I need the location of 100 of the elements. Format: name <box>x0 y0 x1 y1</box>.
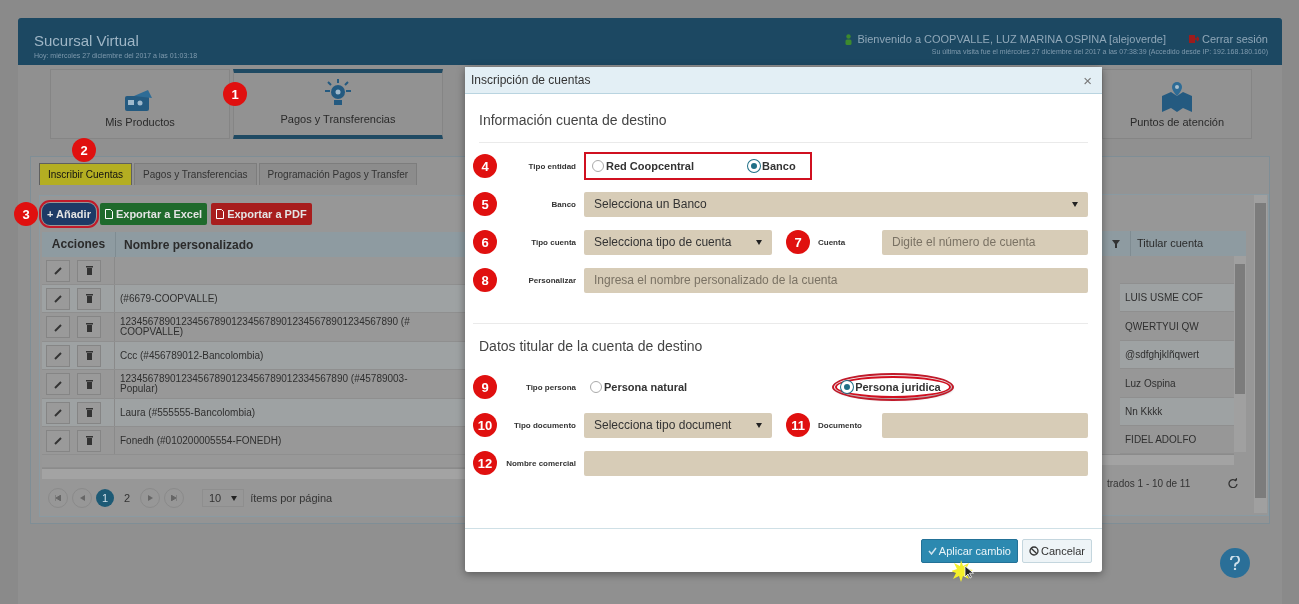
caret-icon <box>756 239 762 245</box>
trash-icon <box>85 351 93 360</box>
close-button[interactable]: × <box>1083 71 1092 89</box>
edit-button[interactable] <box>46 316 70 338</box>
scrollbar[interactable] <box>42 468 466 479</box>
delete-button[interactable] <box>77 316 101 338</box>
range-text: trados 1 - 10 de 11 <box>1107 477 1191 489</box>
nav-tile[interactable]: Puntos de atención <box>1102 69 1252 139</box>
field-label: Tipo cuenta <box>530 237 576 247</box>
delete-button[interactable] <box>77 287 101 310</box>
delete-button[interactable] <box>77 401 101 424</box>
caret-icon <box>756 422 762 428</box>
pencil-icon <box>53 379 63 389</box>
check-icon <box>927 546 937 555</box>
step-marker: 12 <box>473 451 497 475</box>
trash-icon <box>85 322 93 332</box>
page-size-select[interactable]: 10 <box>202 489 245 507</box>
trash-icon <box>85 408 93 417</box>
page-number[interactable]: 2 <box>118 489 136 507</box>
question-icon <box>1230 556 1240 570</box>
trash-icon <box>85 379 93 389</box>
table-cell: QWERTYUI QW <box>1125 320 1199 332</box>
refresh-icon <box>1228 478 1238 488</box>
trash-icon <box>85 436 93 445</box>
select-field[interactable]: Selecciona un Banco <box>584 191 1088 217</box>
input-field[interactable]: Ingresa el nombre personalizado de la cuenta <box>584 267 1088 293</box>
scrollbar[interactable] <box>1254 195 1267 513</box>
toolbar-button[interactable]: Exportar a PDF <box>211 203 312 225</box>
pencil-icon <box>53 266 63 275</box>
tab[interactable]: Pagos y Transferencias <box>134 163 257 185</box>
tab[interactable]: Inscribir Cuentas <box>39 163 133 185</box>
step-marker: 2 <box>72 138 96 162</box>
edit-button[interactable] <box>46 401 70 424</box>
step-marker: 8 <box>473 268 497 292</box>
table-cell: Luz Ospina <box>1125 377 1176 389</box>
radio-option[interactable]: Persona natural <box>586 378 696 396</box>
section-title: Datos titular de la cuenta de destino <box>479 338 704 354</box>
edit-button[interactable] <box>46 344 70 367</box>
trash-icon <box>85 294 93 303</box>
select-field[interactable]: Selecciona tipo document <box>584 412 772 438</box>
radio-option[interactable]: Red Coopcentral <box>588 157 702 175</box>
logout-link[interactable]: Cerrar sesión <box>1188 33 1268 45</box>
logout-icon <box>1188 34 1199 44</box>
edit-button[interactable] <box>46 373 70 395</box>
delete-button[interactable] <box>77 344 101 367</box>
step-marker: 5 <box>473 192 497 216</box>
pencil-icon <box>53 322 63 332</box>
select-field[interactable]: Selecciona tipo de cuenta <box>584 229 772 255</box>
cancel-icon <box>1028 545 1039 556</box>
edit-button[interactable] <box>46 429 70 452</box>
dialog-button[interactable]: Aplicar cambio <box>920 538 1018 563</box>
step-marker: 3 <box>14 202 38 226</box>
scrollbar[interactable] <box>1234 256 1246 452</box>
table-cell: Nn Kkkk <box>1125 406 1163 417</box>
column-header: Titular cuenta <box>1130 231 1204 256</box>
previous-icon <box>79 495 85 501</box>
delete-button[interactable] <box>77 429 101 452</box>
delete-button[interactable] <box>77 259 101 282</box>
nav-tile[interactable]: Mis Productos <box>50 69 230 139</box>
table-cell: LUIS USME COF <box>1125 292 1203 303</box>
edit-button[interactable] <box>46 287 70 310</box>
step-marker: 10 <box>473 413 497 437</box>
step-marker: 6 <box>473 230 497 254</box>
table-cell: @sdfghjklñqwert <box>1125 349 1200 360</box>
trash-icon <box>85 266 93 275</box>
field-label: Nombre comercial <box>505 458 576 468</box>
step-marker: 7 <box>786 230 810 254</box>
radio-option[interactable]: Banco <box>744 157 804 175</box>
field-label: Documento <box>818 420 863 430</box>
next-icon <box>147 495 153 501</box>
field-label: Tipo persona <box>524 382 576 392</box>
dialog-button[interactable]: Cancelar <box>1021 538 1092 563</box>
table-cell-text: (#6679-COOPVALLE) <box>119 293 218 304</box>
radio-option[interactable]: Persona juridica <box>835 376 951 398</box>
table-cell-text: Fonedh (#010200005554-FONEDH) <box>119 435 282 446</box>
filter-icon <box>1112 239 1120 248</box>
pencil-icon <box>53 436 63 445</box>
input-field[interactable] <box>584 450 1088 476</box>
input-field[interactable] <box>882 412 1088 438</box>
user-icon <box>845 33 853 45</box>
first-page-icon <box>55 495 61 501</box>
welcome-text: Bienvenido a COOPVALLE, LUZ MARINA OSPINA [alejoverde] <box>857 33 1166 45</box>
pencil-icon <box>53 351 63 360</box>
dialog-title: Inscripción de cuentas <box>471 73 591 87</box>
edit-button[interactable] <box>46 259 70 282</box>
toolbar-button[interactable]: Exportar a Excel <box>99 203 208 225</box>
step-marker: 4 <box>473 154 497 178</box>
tab[interactable]: Programación Pagos y Transfer <box>258 163 418 185</box>
page-number[interactable]: 1 <box>96 489 114 507</box>
last-page-icon <box>171 495 177 501</box>
table-cell-text: 12345678901234567890123456789012345678901234567890 (# COOPVALLE) <box>119 317 410 337</box>
toolbar-button[interactable]: + Añadir <box>42 203 96 225</box>
field-label: Banco <box>550 199 576 209</box>
pencil-icon <box>53 294 63 303</box>
delete-button[interactable] <box>77 373 101 395</box>
input-field[interactable]: Digite el número de cuenta <box>882 229 1088 255</box>
pencil-icon <box>53 408 63 417</box>
map-pin-icon <box>1160 82 1194 112</box>
caret-icon <box>231 495 238 501</box>
help-button[interactable] <box>1220 548 1250 578</box>
